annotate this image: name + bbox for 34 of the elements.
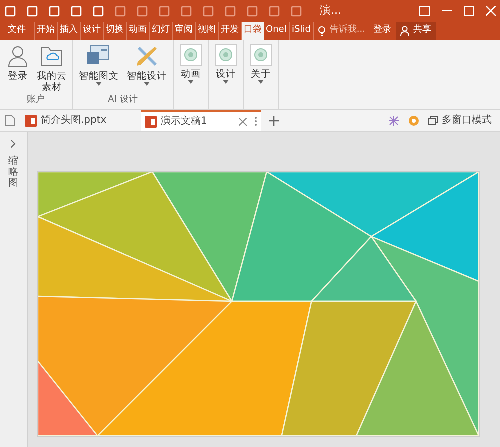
document-tab[interactable]: 演示文稿1 [141,110,261,131]
windows-icon [428,116,438,125]
ribbon-button[interactable]: 设计 [213,44,239,109]
share-button[interactable]: 共享 [396,22,436,40]
document-icon[interactable] [5,114,16,126]
expand-icon[interactable] [11,140,16,148]
document-tab[interactable]: 简介头图.pptx [21,110,141,131]
ribbon-button[interactable]: 智能设计 [125,44,169,94]
ribbon-button[interactable]: 动画 [178,44,204,109]
powerpoint-icon [25,114,37,126]
ribbon-options-icon[interactable] [419,6,430,16]
close-icon[interactable] [239,118,247,126]
thumbnail-label: 缩略图 [8,156,18,189]
group-label: 账户 [26,94,46,106]
ruler-pencil-icon [135,44,159,68]
ribbon-button[interactable]: 我的云素材 [36,44,68,94]
tell-me-field[interactable]: 告诉我... [314,22,370,40]
ribbon-button[interactable]: 关于 [248,44,274,109]
maximize-icon[interactable] [464,6,474,16]
add-tab-icon[interactable] [269,116,279,126]
lightbulb-icon [318,26,326,36]
minimize-icon[interactable] [442,10,452,12]
sign-in-link[interactable]: 登录 [370,22,396,40]
person-icon [400,26,410,36]
ribbon-button[interactable]: 智能图文 [77,44,121,94]
ribbon-tab[interactable]: 口袋 [242,22,264,40]
powerpoint-icon [145,116,157,128]
window-title: 演... [320,2,342,19]
group-label: AI 设计 [107,94,139,106]
sparkle-icon[interactable] [388,114,400,126]
ribbon-button[interactable]: 登录 [4,44,32,94]
person-icon [6,44,30,68]
gear-icon[interactable] [408,114,420,126]
multi-window-button[interactable]: 多窗口模式 [428,113,492,128]
